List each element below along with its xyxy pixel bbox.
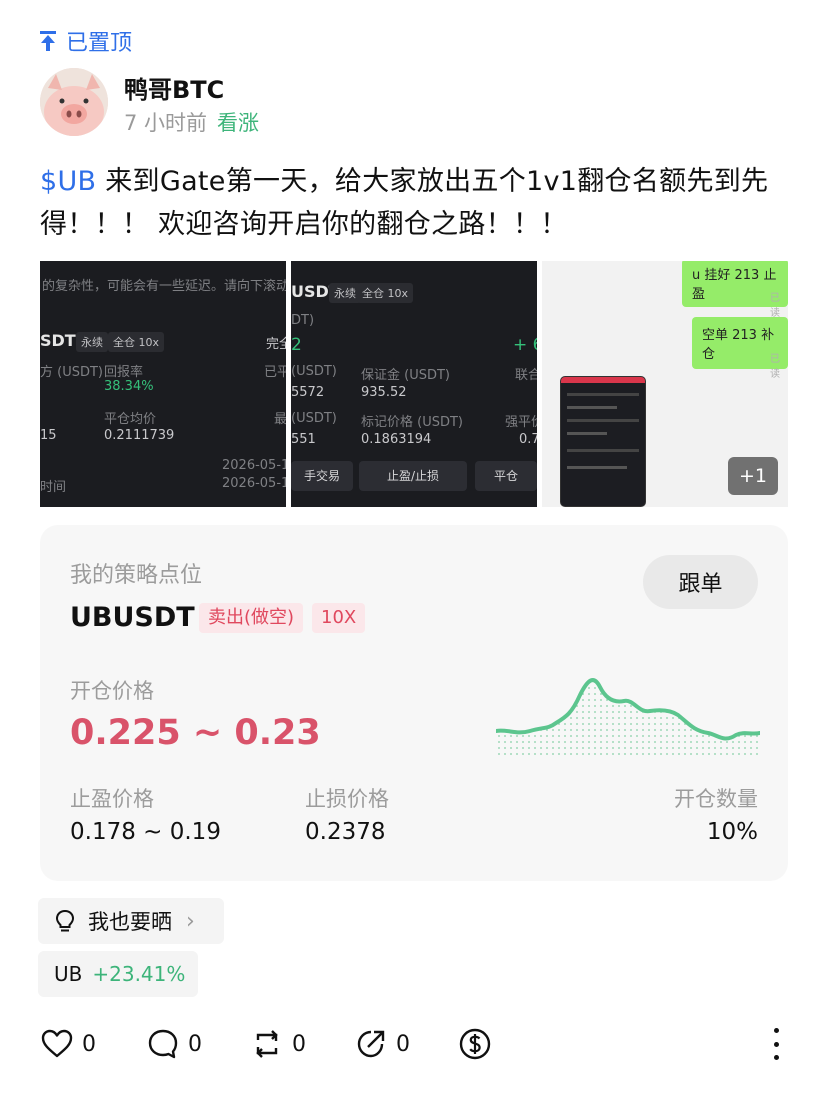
comment-icon	[148, 1029, 178, 1059]
img1-left-value: 15	[40, 428, 57, 443]
follow-trade-button[interactable]: 跟单	[643, 555, 758, 609]
post-image-2[interactable]: USDT 永续 全仓 10x DT) 2 + 6 (USDT) 保证金 (USD…	[291, 261, 537, 507]
pinned-label: 已置顶	[38, 27, 133, 56]
img2-liq-value: 0.7	[519, 432, 537, 447]
action-bar: 0 0 0 0	[40, 1024, 800, 1064]
img1-roi-label: 回报率	[104, 365, 144, 380]
strategy-leverage-badge: 10X	[312, 603, 366, 633]
img1-date1: 2026-05-13	[222, 458, 286, 473]
strategy-side-badge: 卖出(做空)	[199, 603, 304, 633]
more-options-icon[interactable]	[772, 1028, 780, 1060]
img1-col-label: 方 (USDT)	[40, 365, 103, 380]
img2-btn3: 平仓	[475, 461, 537, 491]
strategy-card[interactable]: 我的策略点位 跟单 UBUSDT 卖出(做空) 10X 开仓价格 0.225 ~…	[40, 525, 788, 881]
pig-avatar-icon	[40, 68, 108, 136]
img2-joint: 联合	[515, 368, 537, 383]
tp-value: 0.178 ~ 0.19	[70, 819, 221, 845]
img1-closed-label: 已平	[264, 365, 286, 380]
img1-tag-cross: 全仓 10x	[108, 332, 165, 352]
img2-mark-label: 标记价格 (USDT)	[361, 415, 463, 430]
post-image-3[interactable]: u 挂好 213 止盈 已读 空单 213 补仓 已读 +1	[542, 261, 788, 507]
coin-chip[interactable]: UB +23.41%	[38, 951, 198, 997]
lightbulb-icon	[55, 909, 75, 932]
post-time: 7 小时前	[124, 111, 208, 135]
post-meta: 7 小时前 看涨	[124, 107, 259, 137]
img1-roi-value: 38.34%	[104, 379, 154, 394]
img2-mark-value: 0.1863194	[361, 432, 432, 447]
post-body: 来到Gate第一天，给大家放出五个1v1翻仓名额先到先得！！！ 欢迎咨询开启你的…	[40, 166, 769, 240]
img1-pair: SDT	[40, 331, 76, 350]
comment-button[interactable]: 0	[146, 1024, 202, 1064]
img1-most-label: 最	[274, 412, 286, 427]
sl-label: 止损价格	[305, 787, 389, 811]
repost-button[interactable]: 0	[250, 1024, 306, 1064]
img1-tag-perp: 永续	[76, 332, 108, 352]
coin-change: +23.41%	[92, 962, 186, 986]
img2-margin-label: 保证金 (USDT)	[361, 368, 450, 383]
img2-pnl: + 6	[513, 335, 537, 355]
strategy-title: 我的策略点位	[70, 563, 203, 588]
tip-button[interactable]	[458, 1024, 500, 1064]
ticker-link[interactable]: $UB	[40, 166, 96, 197]
avatar[interactable]	[40, 68, 108, 136]
img1-date2: 2026-05-13	[222, 476, 286, 491]
img1-avgclose-value: 0.2111739	[104, 428, 175, 443]
like-button[interactable]: 0	[40, 1024, 96, 1064]
comment-count: 0	[188, 1031, 202, 1057]
img1-banner: 的复杂性，可能会有一些延迟。请向下滚动以	[42, 279, 286, 294]
share-count: 0	[396, 1031, 410, 1057]
repost-count: 0	[292, 1031, 306, 1057]
size-value: 10%	[706, 819, 758, 845]
coin-symbol: UB	[54, 962, 83, 986]
share-too-label: 我也要晒	[88, 910, 172, 934]
img2-two: 2	[291, 335, 302, 355]
open-price-label: 开仓价格	[70, 679, 154, 703]
repost-icon	[256, 1030, 278, 1058]
more-images-badge[interactable]: +1	[728, 457, 778, 495]
share-button[interactable]: 0	[354, 1024, 410, 1064]
img2-btn2: 止盈/止损	[359, 461, 467, 491]
tp-label: 止盈价格	[70, 787, 154, 811]
img2-usdt1: (USDT)	[291, 364, 337, 379]
img2-v1: 5572	[291, 385, 325, 400]
img1-avgclose-label: 平仓均价	[104, 412, 157, 427]
img1-complete: 完全	[266, 337, 286, 352]
img2-v2: 551	[291, 432, 316, 447]
img2-liq-label: 强平价	[505, 415, 537, 430]
img2-tag-cross: 全仓 10x	[357, 283, 414, 303]
pinned-text: 已置顶	[66, 31, 133, 56]
open-price-value: 0.225 ~ 0.23	[70, 713, 321, 753]
img2-usdt2: (USDT)	[291, 411, 337, 426]
sl-value: 0.2378	[305, 819, 386, 845]
strategy-pair: UBUSDT	[70, 602, 195, 633]
img2-btn1: 手交易	[291, 461, 353, 491]
img2-dt: DT)	[291, 313, 315, 328]
image-gallery: 的复杂性，可能会有一些延迟。请向下滚动以 SDT 永续 全仓 10x 完全 方 …	[40, 261, 788, 507]
chat-read-2: 已读	[770, 354, 780, 380]
stance-label: 看涨	[217, 111, 260, 135]
size-label: 开仓数量	[674, 787, 758, 811]
img2-margin-value: 935.52	[361, 385, 407, 400]
strategy-sparkline	[496, 678, 760, 755]
post-image-1[interactable]: 的复杂性，可能会有一些延迟。请向下滚动以 SDT 永续 全仓 10x 完全 方 …	[40, 261, 286, 507]
pin-arrow-icon	[40, 31, 56, 51]
post-text: $UB 来到Gate第一天，给大家放出五个1v1翻仓名额先到先得！！！ 欢迎咨询…	[40, 160, 790, 246]
like-count: 0	[82, 1031, 96, 1057]
chat-read-1: 已读	[770, 293, 780, 319]
chevron-right-icon: ›	[186, 908, 195, 934]
dollar-coin-icon	[459, 1028, 491, 1060]
phone-screenshot	[560, 376, 646, 507]
heart-icon	[41, 1029, 73, 1058]
share-too-chip[interactable]: 我也要晒 ›	[38, 898, 224, 944]
img1-time-label: 时间	[40, 480, 67, 495]
author-name[interactable]: 鸭哥BTC	[124, 70, 224, 105]
share-arrow-icon	[357, 1030, 385, 1058]
